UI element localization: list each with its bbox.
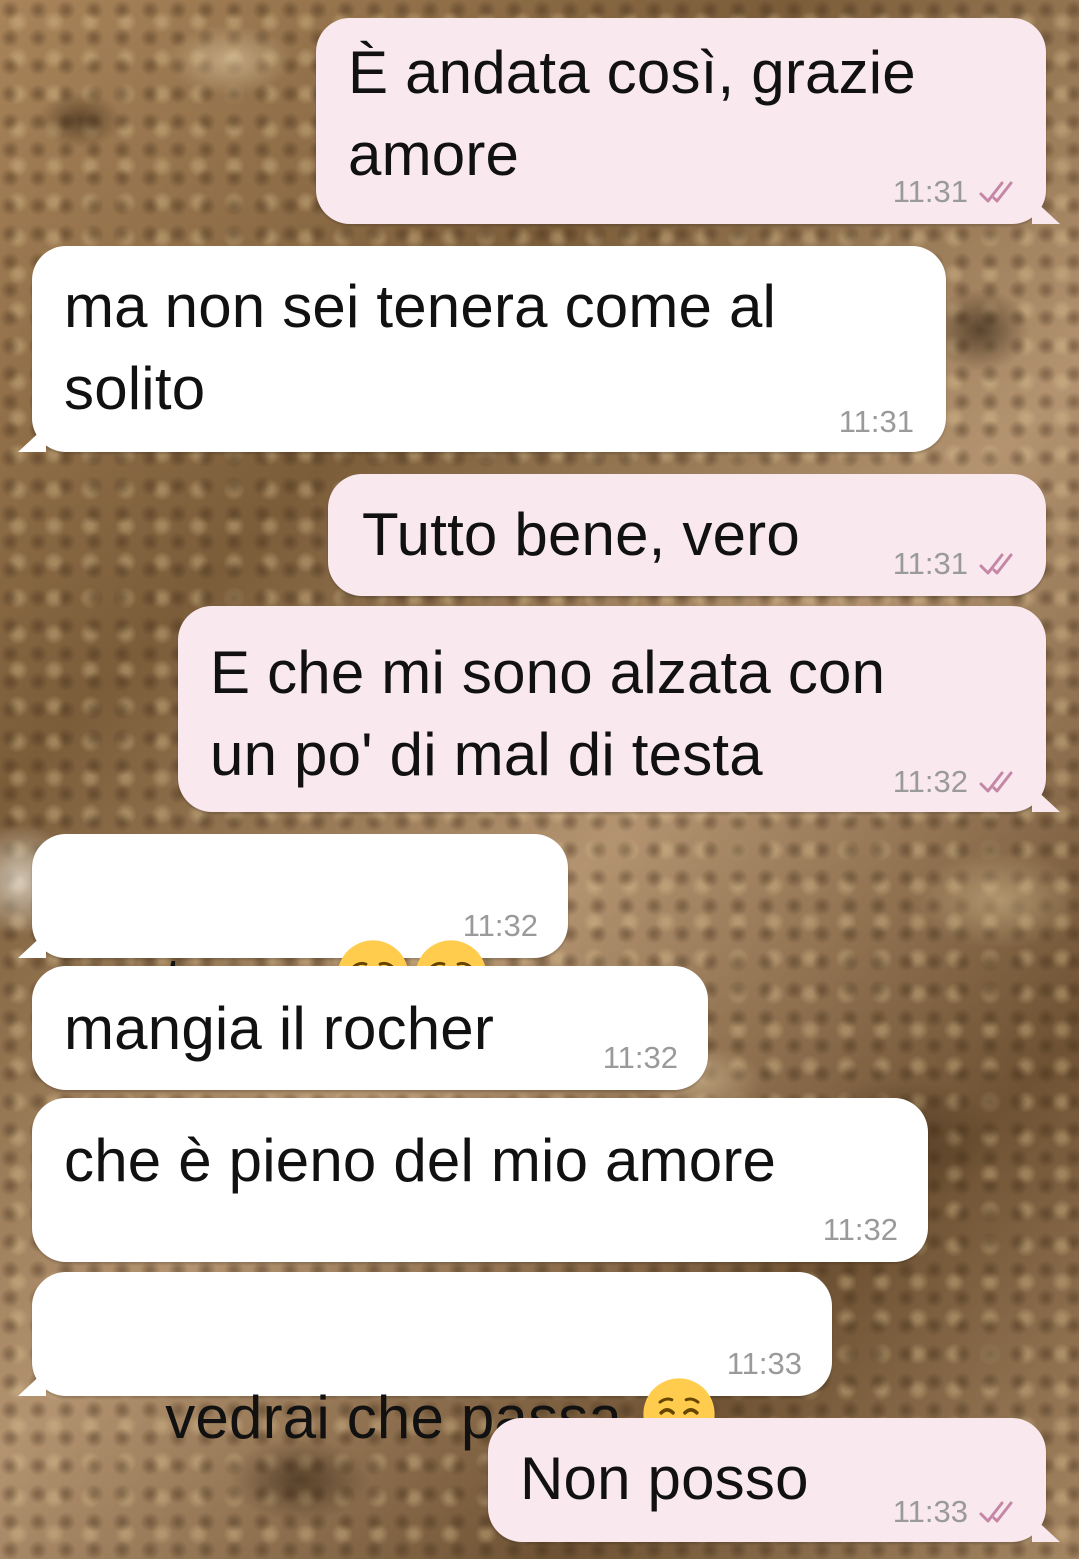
message-text: Tutto bene, vero <box>362 501 800 568</box>
message-bubble-outgoing[interactable]: È andata così, grazie amore 11:31 <box>316 18 1046 224</box>
message-time: 11:32 <box>822 1212 898 1247</box>
message-bubble-outgoing[interactable]: Tutto bene, vero 11:31 <box>328 474 1046 596</box>
message-meta: 11:32 <box>463 908 538 944</box>
message-text: Non posso <box>520 1445 809 1512</box>
double-check-icon <box>979 1501 1013 1523</box>
message-time: 11:32 <box>892 764 968 799</box>
message-text: E che mi sono alzata con un po' di mal d… <box>210 639 886 788</box>
message-bubble-outgoing[interactable]: Non posso 11:33 <box>488 1418 1046 1542</box>
message-bubble-incoming[interactable]: vedrai che passa 11:33 <box>32 1272 832 1451</box>
message-time: 11:31 <box>838 404 914 439</box>
message-text: ma non sei tenera come al solito <box>64 273 777 422</box>
message-time: 11:31 <box>892 546 968 581</box>
message-meta: 11:33 <box>893 1494 1024 1530</box>
message-text: È andata così, grazie amore <box>348 39 916 188</box>
chat-conversation: È andata così, grazie amore 11:31 ma non… <box>0 0 1079 1559</box>
message-meta: 11:31 <box>893 546 1024 582</box>
message-time: 11:32 <box>602 1040 678 1075</box>
message-text: che è pieno del mio amore <box>64 1127 777 1194</box>
message-bubble-incoming[interactable]: ma non sei tenera come al solito 11:31 <box>32 246 946 452</box>
message-text: mangia il rocher <box>64 995 495 1062</box>
double-check-icon <box>979 771 1013 793</box>
message-time: 11:33 <box>726 1346 802 1381</box>
message-meta: 11:31 <box>893 174 1024 210</box>
message-meta: 11:31 <box>839 404 914 440</box>
message-bubble-outgoing[interactable]: E che mi sono alzata con un po' di mal d… <box>178 606 1046 812</box>
double-check-icon <box>979 553 1013 575</box>
message-meta: 11:32 <box>893 764 1024 800</box>
message-meta: 11:33 <box>727 1346 802 1382</box>
message-meta: 11:32 <box>603 1040 678 1076</box>
double-check-icon <box>979 181 1013 203</box>
message-bubble-incoming[interactable]: mangia il rocher 11:32 <box>32 966 708 1090</box>
message-bubble-incoming[interactable]: tesoro 11:32 <box>32 834 568 1013</box>
message-time: 11:33 <box>892 1494 968 1529</box>
message-time: 11:32 <box>462 908 538 943</box>
message-bubble-incoming[interactable]: che è pieno del mio amore 11:32 <box>32 1098 928 1262</box>
message-time: 11:31 <box>892 174 968 209</box>
message-meta: 11:32 <box>823 1212 898 1248</box>
